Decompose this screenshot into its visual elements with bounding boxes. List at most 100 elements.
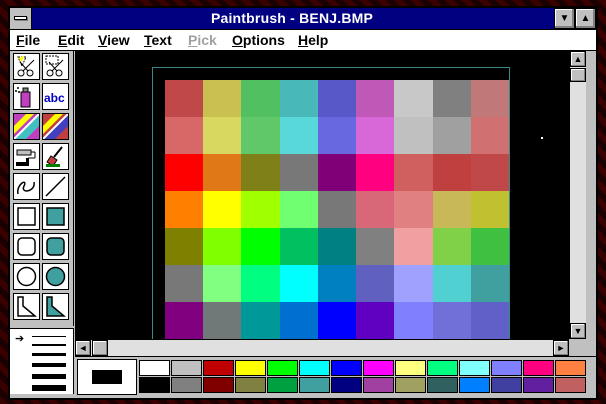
vertical-scrollbar[interactable]: ▲ ▼ [569,51,586,339]
image-tile [432,117,471,154]
palette-swatch[interactable] [523,377,554,393]
rounded-box-tool[interactable] [13,233,40,260]
filled-box-tool[interactable] [42,203,69,230]
palette-swatch[interactable] [139,360,170,376]
filled-polygon-icon [46,296,67,317]
palette-swatch[interactable] [459,377,490,393]
image-tile [317,302,357,339]
color-eraser-tool[interactable] [13,113,40,140]
image-tile [470,80,509,117]
palette-swatch[interactable] [331,377,362,393]
palette-swatch[interactable] [331,360,362,376]
pick-scissors-tool[interactable] [42,53,69,80]
image-tile [241,228,280,265]
palette-swatch[interactable] [491,360,522,376]
paintbrush-window: Paintbrush - BENJ.BMP ▼ ▲ File Edit View Te… [8,6,598,400]
paint-roller-tool[interactable] [13,143,40,170]
palette-swatch[interactable] [427,360,458,376]
image-tile [356,191,395,228]
eraser-icon [43,114,68,139]
filled-box-icon [46,207,65,226]
curve-tool[interactable] [13,173,40,200]
filled-polygon-tool[interactable] [42,293,69,320]
scroll-left-button[interactable]: ◄ [75,340,91,356]
scroll-up-button[interactable]: ▲ [570,51,586,67]
palette-swatch[interactable] [395,377,426,393]
line-tool[interactable] [42,173,69,200]
bitmap-image[interactable] [165,80,509,339]
system-menu-button[interactable] [10,8,32,29]
palette-swatch[interactable] [427,377,458,393]
palette-swatch[interactable] [267,377,298,393]
circle-tool[interactable] [13,263,40,290]
airbrush-tool[interactable] [13,83,40,110]
drawing-canvas[interactable] [75,51,569,357]
polygon-tool[interactable] [13,293,40,320]
horizontal-scrollbar[interactable]: ◄ ► [75,339,569,356]
vertical-scroll-thumb[interactable] [570,68,586,82]
palette-swatch[interactable] [171,377,202,393]
brush-icon [46,146,63,167]
palette-swatch[interactable] [139,377,170,393]
eraser-tool[interactable] [42,113,69,140]
scissors-tool[interactable] [13,53,40,80]
line-width-6[interactable] [32,385,66,391]
palette-swatch[interactable] [363,360,394,376]
palette-swatch[interactable] [171,360,202,376]
maximize-button[interactable]: ▲ [575,8,596,29]
line-width-4[interactable] [32,363,66,367]
line-width-5[interactable] [32,374,66,379]
image-tile [241,80,280,117]
palette-swatch[interactable] [363,377,394,393]
image-tile [279,265,318,302]
palette-swatch[interactable] [395,360,426,376]
palette-swatch[interactable] [235,360,266,376]
line-width-selector[interactable]: ➔ [10,328,74,394]
image-tile [241,302,280,339]
brush-tool[interactable] [42,143,69,170]
menu-label-rest: ile [24,32,41,48]
filled-rounded-box-tool[interactable] [42,233,69,260]
image-tile [165,265,204,302]
palette-swatch[interactable] [523,360,554,376]
selected-width-arrow-icon: ➔ [15,333,25,345]
image-tile [241,117,280,154]
color-palette-bar [75,356,596,398]
image-tile [165,117,204,154]
filled-circle-tool[interactable] [42,263,69,290]
minimize-button[interactable]: ▼ [554,8,575,29]
image-tile [470,228,509,265]
image-tile [203,191,242,228]
menu-text[interactable]: Text [144,32,172,48]
text-tool-tool[interactable]: abc [42,83,69,110]
image-tile [432,265,471,302]
menu-file[interactable]: File [16,32,40,48]
line-width-2[interactable] [32,344,66,346]
svg-text:abc: abc [44,91,65,105]
palette-swatch[interactable] [555,377,586,393]
palette-swatch[interactable] [299,360,330,376]
palette-swatch[interactable] [299,377,330,393]
system-menu-icon [14,16,27,20]
palette-swatch[interactable] [203,377,234,393]
line-width-1[interactable] [32,336,66,337]
title-bar[interactable]: Paintbrush - BENJ.BMP ▼ ▲ [10,8,596,30]
palette-swatch[interactable] [555,360,586,376]
palette-swatch[interactable] [491,377,522,393]
line-icon [45,176,66,197]
palette-swatch[interactable] [459,360,490,376]
palette-swatch[interactable] [235,377,266,393]
line-width-3[interactable] [32,353,66,356]
menu-view[interactable]: View [98,32,130,48]
menu-help[interactable]: Help [298,32,328,48]
scroll-right-button[interactable]: ► [553,340,569,356]
palette-swatch[interactable] [203,360,234,376]
box-tool[interactable] [13,203,40,230]
image-tile [356,80,395,117]
horizontal-scroll-thumb[interactable] [92,340,108,356]
scroll-down-button[interactable]: ▼ [570,323,586,339]
menu-options[interactable]: Options [232,32,285,48]
menu-edit[interactable]: Edit [58,32,84,48]
palette-swatch[interactable] [267,360,298,376]
image-tile [470,191,509,228]
